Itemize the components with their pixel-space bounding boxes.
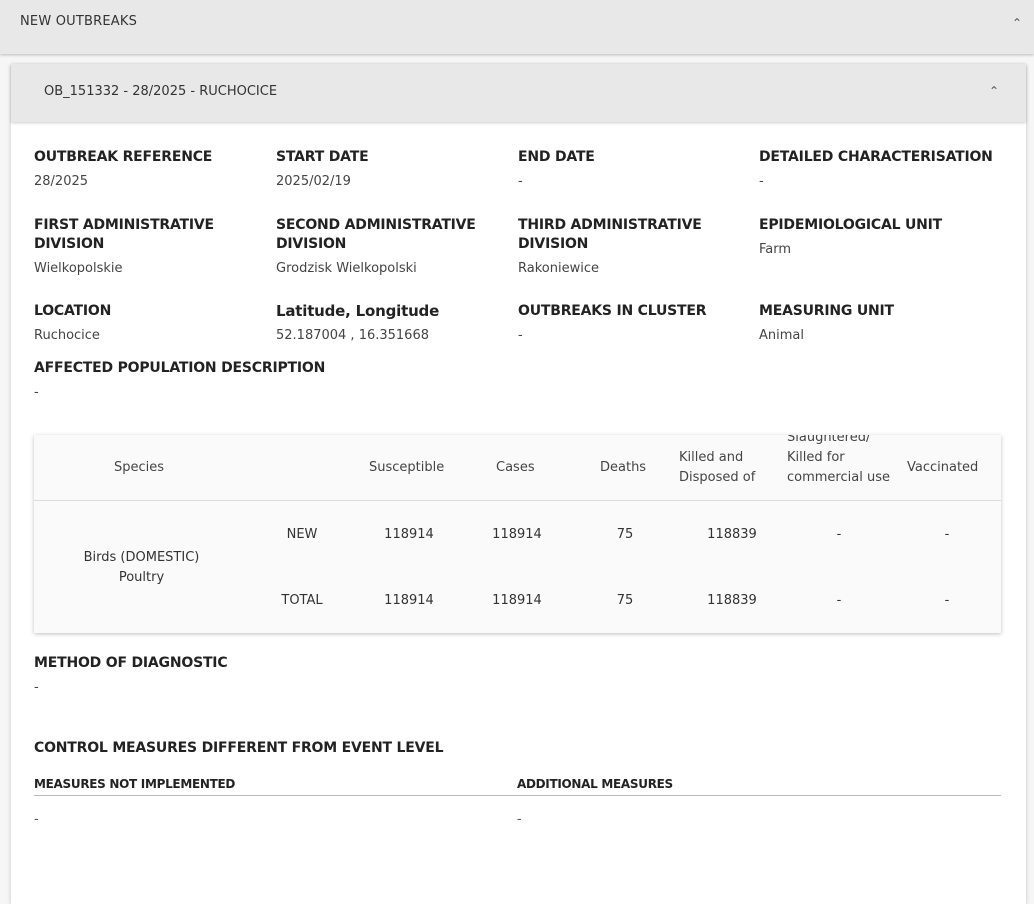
field-value: -: [518, 328, 523, 343]
population-table: Species Susceptible Cases Deaths Killed …: [34, 435, 1001, 633]
column-header-deaths[interactable]: Deaths: [600, 458, 646, 478]
susceptible-cell: 118914: [384, 593, 434, 608]
field-label: THIRD ADMINISTRATIVE DIVISION: [518, 217, 702, 252]
vaccinated-cell: -: [944, 593, 950, 608]
field-value: -: [759, 174, 764, 189]
field-end-date: END DATE -: [518, 148, 748, 189]
column-header-susceptible[interactable]: Susceptible: [369, 458, 444, 478]
field-measuring-unit: MEASURING UNIT Animal: [759, 302, 1009, 343]
field-value: 2025/02/19: [276, 174, 351, 189]
column-header-species[interactable]: Species: [114, 458, 164, 478]
column-header-vaccinated[interactable]: Vaccinated: [907, 458, 978, 478]
killed-disposed-cell: 118839: [707, 593, 757, 608]
vaccinated-cell: -: [944, 527, 950, 542]
control-measures-title: CONTROL MEASURES DIFFERENT FROM EVENT LE…: [34, 740, 444, 756]
deaths-cell: 75: [616, 527, 634, 542]
measures-not-implemented-label: MEASURES NOT IMPLEMENTED: [34, 777, 236, 791]
column-header-cases[interactable]: Cases: [496, 458, 535, 478]
field-second-admin-division: SECOND ADMINISTRATIVE DIVISION Grodzisk …: [276, 216, 506, 276]
field-label: Latitude, Longitude: [276, 302, 440, 320]
table-header-row: Species Susceptible Cases Deaths Killed …: [34, 435, 1001, 501]
species-cell: Birds (DOMESTIC) Poultry: [83, 550, 200, 585]
row-type-cell: TOTAL: [281, 593, 323, 608]
outbreak-panel-title: OB_151332 - 28/2025 - RUCHOCICE: [44, 84, 278, 99]
additional-measures-value: -: [517, 812, 522, 827]
outbreak-panel-header[interactable]: OB_151332 - 28/2025 - RUCHOCICE ⌃: [11, 64, 1026, 122]
field-label: AFFECTED POPULATION DESCRIPTION: [34, 360, 326, 376]
column-header-slaughtered[interactable]: Slaughtered/ Killed for commercial use: [787, 435, 892, 488]
new-outbreaks-header[interactable]: NEW OUTBREAKS ⌃: [0, 0, 1034, 54]
field-label: EPIDEMIOLOGICAL UNIT: [759, 217, 943, 233]
field-label: MEASURING UNIT: [759, 303, 894, 319]
cases-cell: 118914: [492, 527, 542, 542]
field-value: -: [518, 174, 523, 189]
new-outbreaks-title: NEW OUTBREAKS: [20, 14, 138, 29]
field-detailed-characterisation: DETAILED CHARACTERISATION -: [759, 148, 1009, 189]
field-value: Animal: [759, 328, 804, 343]
chevron-up-icon[interactable]: ⌃: [1012, 16, 1022, 30]
chevron-up-icon[interactable]: ⌃: [989, 84, 999, 98]
field-start-date: START DATE 2025/02/19: [276, 148, 506, 189]
field-value: Farm: [759, 242, 792, 257]
field-value: 52.187004 , 16.351668: [276, 328, 429, 343]
cases-cell: 118914: [492, 593, 542, 608]
divider: [34, 795, 1001, 796]
field-label: METHOD OF DIAGNOSTIC: [34, 655, 228, 671]
column-header-killed-disposed[interactable]: Killed and Disposed of: [679, 448, 769, 488]
field-value: Wielkopolskie: [34, 261, 123, 276]
field-value: -: [34, 680, 39, 695]
field-label: DETAILED CHARACTERISATION: [759, 149, 993, 165]
field-value: Rakoniewice: [518, 261, 599, 276]
field-value: Grodzisk Wielkopolski: [276, 261, 417, 276]
slaughtered-cell: -: [836, 527, 842, 542]
field-outbreak-reference: OUTBREAK REFERENCE 28/2025: [34, 148, 264, 189]
field-location: LOCATION Ruchocice: [34, 302, 264, 343]
row-type-cell: NEW: [286, 527, 318, 542]
field-label: OUTBREAK REFERENCE: [34, 149, 213, 165]
field-outbreaks-in-cluster: OUTBREAKS IN CLUSTER -: [518, 302, 748, 343]
field-epidemiological-unit: EPIDEMIOLOGICAL UNIT Farm: [759, 216, 1009, 257]
field-method-of-diagnostic: METHOD OF DIAGNOSTIC -: [34, 654, 434, 695]
field-value: 28/2025: [34, 174, 89, 189]
deaths-cell: 75: [616, 593, 634, 608]
field-third-admin-division: THIRD ADMINISTRATIVE DIVISION Rakoniewic…: [518, 216, 748, 276]
susceptible-cell: 118914: [384, 527, 434, 542]
field-label: LOCATION: [34, 303, 112, 319]
field-first-admin-division: FIRST ADMINISTRATIVE DIVISION Wielkopols…: [34, 216, 264, 276]
slaughtered-cell: -: [836, 593, 842, 608]
field-label: OUTBREAKS IN CLUSTER: [518, 303, 707, 319]
additional-measures-label: ADDITIONAL MEASURES: [517, 777, 673, 791]
field-label: START DATE: [276, 149, 369, 165]
field-value: -: [34, 385, 39, 400]
field-affected-population: AFFECTED POPULATION DESCRIPTION -: [34, 359, 434, 400]
field-label: END DATE: [518, 149, 595, 165]
field-label: FIRST ADMINISTRATIVE DIVISION: [34, 217, 214, 252]
field-label: SECOND ADMINISTRATIVE DIVISION: [276, 217, 476, 252]
killed-disposed-cell: 118839: [707, 527, 757, 542]
field-lat-long: Latitude, Longitude 52.187004 , 16.35166…: [276, 302, 506, 343]
measures-not-implemented-value: -: [34, 812, 39, 827]
field-value: Ruchocice: [34, 328, 100, 343]
outbreak-panel: OB_151332 - 28/2025 - RUCHOCICE ⌃ OUTBRE…: [11, 64, 1026, 904]
